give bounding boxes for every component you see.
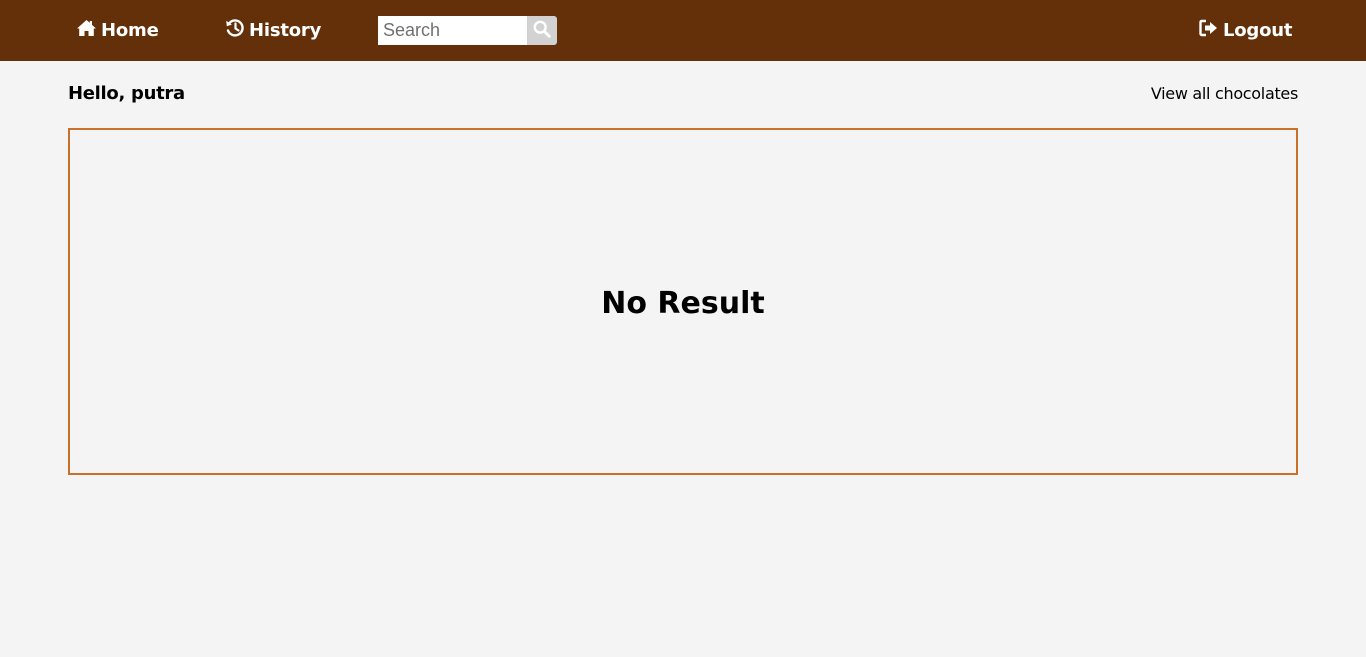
nav-history-link[interactable]: History <box>225 0 321 61</box>
logout-icon <box>1199 19 1223 42</box>
search-input[interactable] <box>378 16 528 45</box>
nav-home-label: Home <box>101 20 159 41</box>
results-container: No Result <box>68 128 1298 475</box>
home-icon <box>76 19 101 42</box>
no-result-message: No Result <box>601 286 765 321</box>
greeting-text: Hello, putra <box>68 83 185 104</box>
nav-logout-link[interactable]: Logout <box>1199 0 1293 61</box>
view-all-chocolates-link[interactable]: View all chocolates <box>1151 84 1298 103</box>
nav-logout-label: Logout <box>1223 20 1293 41</box>
history-icon <box>225 18 249 43</box>
search-icon <box>533 20 551 41</box>
navbar: Home History Logout <box>0 0 1366 61</box>
nav-home-link[interactable]: Home <box>76 0 159 61</box>
nav-history-label: History <box>249 20 322 41</box>
search-button[interactable] <box>527 16 557 45</box>
